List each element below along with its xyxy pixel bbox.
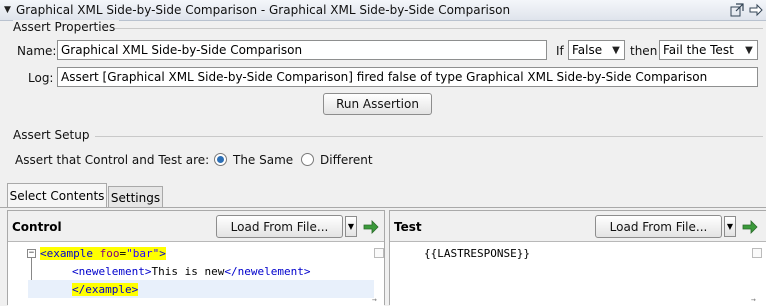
assert-properties-label: Assert Properties (13, 20, 120, 34)
radio-different[interactable] (301, 153, 314, 166)
fold-collapse-icon[interactable]: − (27, 249, 36, 258)
code-token: > (159, 247, 166, 260)
then-select[interactable]: Fail the Test ▼ (659, 40, 758, 60)
tab-strip-border (0, 207, 766, 208)
code-token: "bar" (126, 247, 160, 260)
tab-select-contents[interactable]: Select Contents (7, 183, 107, 208)
collapse-triangle-icon[interactable]: ▼ (4, 5, 16, 15)
code-token: </example> (72, 283, 139, 296)
test-title: Test (394, 220, 422, 234)
different-label[interactable]: Different (320, 153, 373, 167)
then-select-value: Fail the Test (663, 43, 734, 57)
tab-settings[interactable]: Settings (108, 186, 163, 208)
code-line-1: <example foo="bar"> (40, 246, 166, 262)
code-line-3: </example> (72, 282, 139, 298)
code-token: foo (99, 247, 120, 260)
window-titlebar: ▼ Graphical XML Side-by-Side Comparison … (0, 0, 766, 21)
test-load-from-file-button[interactable]: Load From File... (595, 215, 722, 238)
scroll-arrow-icon[interactable]: → (372, 295, 377, 304)
if-select[interactable]: False ▼ (568, 40, 625, 60)
control-title: Control (12, 220, 62, 234)
run-assertion-button[interactable]: Run Assertion (323, 93, 432, 115)
test-green-arrow-icon[interactable] (742, 219, 758, 235)
group-divider (115, 28, 763, 29)
control-green-arrow-icon[interactable] (363, 219, 379, 235)
code-token: </newelement> (224, 265, 311, 278)
scroll-corner-icon (752, 248, 762, 258)
test-code-line-1: {{LASTRESPONSE}} (424, 247, 530, 260)
window-title: Graphical XML Side-by-Side Comparison - … (16, 3, 511, 17)
chevron-down-icon: ▼ (745, 44, 753, 56)
then-label: then (630, 44, 658, 58)
code-token: This is new (151, 265, 225, 278)
assert-setup-prompt: Assert that Control and Test are: (15, 153, 210, 167)
chevron-down-icon: ▼ (612, 44, 620, 56)
popout-window-icon[interactable] (729, 2, 745, 18)
control-panel: Control Load From File... ▼ − <example f… (7, 210, 385, 306)
if-label: If (556, 44, 564, 58)
group-divider (95, 136, 763, 137)
code-token: <example (40, 247, 93, 260)
name-input[interactable]: Graphical XML Side-by-Side Comparison (57, 40, 547, 60)
test-load-dropdown[interactable]: ▼ (724, 216, 736, 237)
scroll-arrow-icon[interactable]: → (751, 295, 756, 304)
code-line-2: <newelement>This is new</newelement> (72, 264, 310, 280)
name-label: Name: (17, 44, 57, 58)
log-label: Log: (28, 71, 54, 85)
scroll-corner-icon (374, 248, 384, 258)
if-select-value: False (572, 43, 603, 57)
forward-arrow-icon[interactable] (748, 2, 764, 18)
test-editor[interactable]: {{LASTRESPONSE}} → (390, 241, 766, 306)
control-load-from-file-button[interactable]: Load From File... (216, 215, 343, 238)
log-input[interactable]: Assert [Graphical XML Side-by-Side Compa… (57, 67, 758, 87)
test-panel: Test Load From File... ▼ {{LASTRESPONSE}… (389, 210, 766, 306)
radio-the-same[interactable] (214, 153, 227, 166)
code-token: <newelement> (72, 265, 152, 278)
control-editor[interactable]: − <example foo="bar"> <newelement>This i… (8, 241, 384, 306)
the-same-label[interactable]: The Same (233, 153, 293, 167)
control-load-dropdown[interactable]: ▼ (345, 216, 357, 237)
assert-setup-label: Assert Setup (13, 128, 94, 142)
